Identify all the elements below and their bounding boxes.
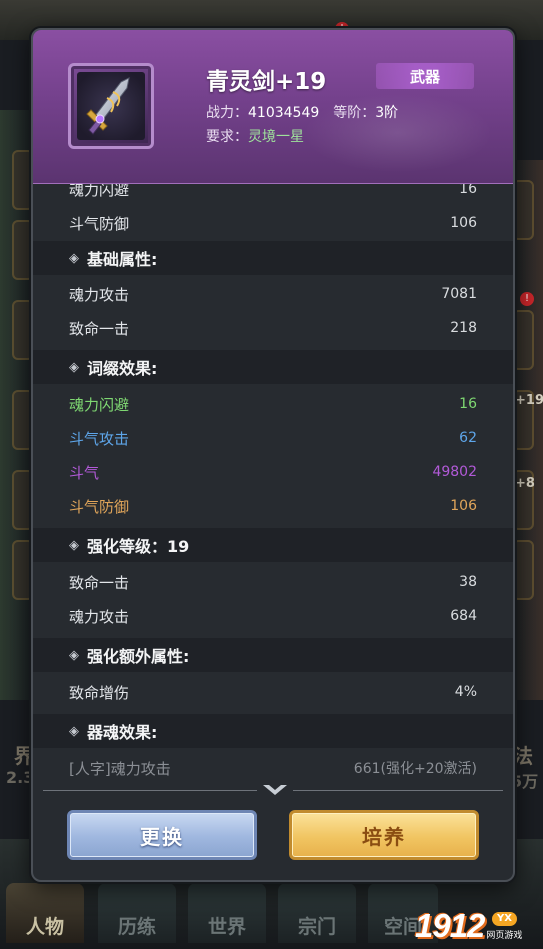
background-slot (512, 540, 534, 600)
attribute-label: [人字]魂力攻击 (69, 759, 171, 778)
equipment-detail-panel: 青灵剑+19 武器 战力：41034549 等阶：3阶 要求：灵境一星 魂力闪避 … (31, 28, 515, 882)
attribute-value: 16 (459, 184, 477, 197)
attribute-label: 致命增伤 (69, 683, 130, 702)
attribute-scroll-list[interactable]: 魂力闪避 16 斗气防御 106 ◈ 基础属性: 魂力攻击 7081 致命一击 … (33, 184, 513, 778)
attribute-value: 106 (450, 215, 477, 231)
list-item: 斗气 49802 (33, 455, 513, 489)
tab-world[interactable]: 世界 (188, 883, 266, 943)
scroll-divider (43, 785, 503, 797)
list-item: 致命一击 38 (33, 565, 513, 599)
list-item: 致命一击 218 (33, 311, 513, 345)
section-title: 基础属性: (87, 250, 158, 269)
watermark-tag: YX (491, 911, 517, 926)
rank-label: 等阶： (333, 105, 376, 121)
attribute-value: 62 (459, 430, 477, 446)
eye-icon: ◈ (69, 723, 79, 739)
attribute-label: 魂力闪避 (69, 184, 130, 199)
rank-value: 3阶 (375, 105, 399, 121)
attribute-value: 661(强化+20激活) (353, 761, 477, 777)
tab-sect[interactable]: 宗门 (278, 883, 356, 943)
watermark-side: YX 网页游戏 (486, 911, 523, 941)
tab-trial[interactable]: 历练 (98, 883, 176, 943)
attribute-label: 魂力闪避 (69, 395, 130, 414)
list-item: 斗气防御 106 (33, 489, 513, 523)
list-item: 魂力攻击 684 (33, 599, 513, 633)
section-header-soul-effects[interactable]: ◈ 器魂效果: (33, 714, 513, 748)
power-value: 41034549 (248, 105, 320, 121)
item-type-badge: 武器 (376, 63, 474, 89)
section-header-base-attributes[interactable]: ◈ 基础属性: (33, 241, 513, 275)
section-header-enhance-extra[interactable]: ◈ 强化额外属性: (33, 638, 513, 672)
item-icon-frame (68, 63, 154, 149)
list-item: 斗气攻击 62 (33, 421, 513, 455)
eye-icon: ◈ (69, 359, 79, 375)
watermark-subtitle: 网页游戏 (486, 930, 523, 941)
section-title: 强化额外属性: (87, 647, 190, 666)
train-button[interactable]: 培养 (289, 810, 479, 860)
background-slot (512, 310, 534, 370)
attribute-value: 106 (450, 498, 477, 514)
requirement-label: 要求： (206, 129, 248, 145)
notification-badge: ! (520, 292, 534, 306)
section-title: 词缀效果: (87, 359, 158, 378)
tab-character[interactable]: 人物 (6, 883, 84, 943)
attribute-label: 魂力攻击 (69, 285, 130, 304)
list-item: [人字]魂力攻击 661(强化+20激活) (33, 751, 513, 778)
section-title: 强化等级：19 (87, 537, 190, 556)
site-watermark: 1912 YX 网页游戏 (415, 905, 539, 947)
requirement-value: 灵境一星 (248, 129, 304, 145)
attribute-value: 4% (454, 684, 477, 700)
attribute-value: 38 (459, 574, 477, 590)
attribute-value: 218 (450, 320, 477, 336)
section-header-affix-effects[interactable]: ◈ 词缀效果: (33, 350, 513, 384)
power-label: 战力： (206, 105, 248, 121)
attribute-label: 致命一击 (69, 319, 130, 338)
attribute-value: 684 (450, 608, 477, 624)
watermark-number: 1912 (415, 907, 485, 944)
item-stats-line: 战力：41034549 等阶：3阶 (206, 102, 398, 122)
background-badge-19: +19 (515, 393, 543, 408)
attribute-label: 斗气防御 (69, 497, 130, 516)
list-item: 斗气防御 106 (33, 206, 513, 240)
attribute-label: 斗气攻击 (69, 429, 130, 448)
attribute-value: 16 (459, 396, 477, 412)
item-header: 青灵剑+19 武器 战力：41034549 等阶：3阶 要求：灵境一星 (33, 30, 513, 184)
list-item: 魂力闪避 16 (33, 184, 513, 206)
background-badge-8: +8 (515, 476, 535, 491)
list-item: 魂力攻击 7081 (33, 277, 513, 311)
list-item: 致命增伤 4% (33, 675, 513, 709)
eye-icon: ◈ (69, 537, 79, 553)
attribute-label: 斗气 (69, 463, 100, 482)
eye-icon: ◈ (69, 647, 79, 663)
attribute-value: 7081 (441, 286, 477, 302)
section-title: 器魂效果: (87, 723, 158, 742)
attribute-label: 魂力攻击 (69, 607, 130, 626)
section-header-enhance-level[interactable]: ◈ 强化等级：19 (33, 528, 513, 562)
attribute-label: 致命一击 (69, 573, 130, 592)
list-item: 魂力闪避 16 (33, 387, 513, 421)
background-right-value: 5万 (511, 772, 539, 791)
sword-icon (86, 77, 130, 135)
swap-button[interactable]: 更换 (67, 810, 257, 860)
item-requirement-line: 要求：灵境一星 (206, 126, 304, 146)
background-slot (512, 180, 534, 240)
background-right-char: 法 (513, 744, 533, 768)
eye-icon: ◈ (69, 250, 79, 266)
attribute-value: 49802 (432, 464, 477, 480)
chevron-down-icon (263, 785, 287, 795)
attribute-label: 斗气防御 (69, 214, 130, 233)
item-name: 青灵剑+19 (206, 69, 327, 95)
